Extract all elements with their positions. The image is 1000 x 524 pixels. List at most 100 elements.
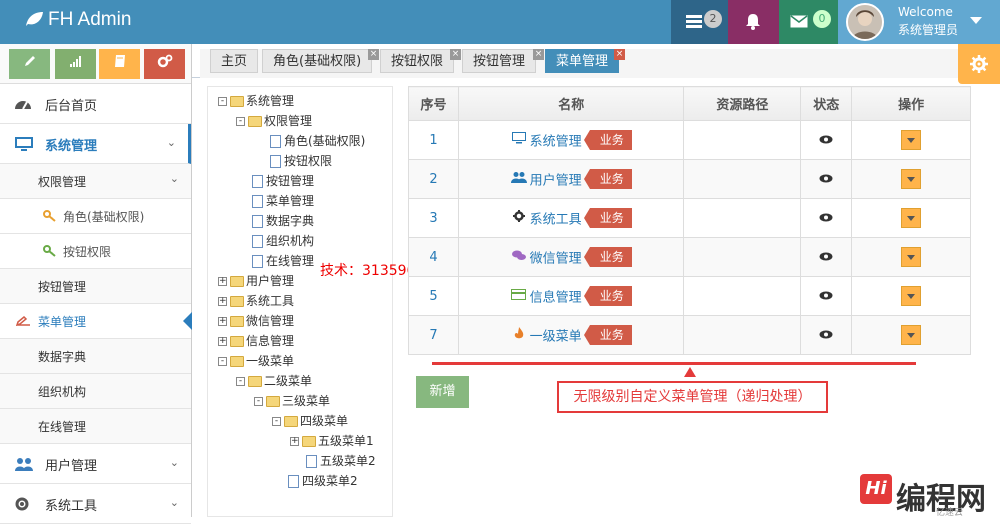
shortcut-pencil-button[interactable] bbox=[9, 49, 50, 79]
tab-label: 菜单管理 bbox=[556, 54, 609, 69]
tab-button-mgmt[interactable]: 按钮管理 bbox=[462, 49, 537, 73]
menu-name-link[interactable]: 信息管理 bbox=[530, 291, 582, 306]
eye-icon[interactable] bbox=[819, 174, 833, 183]
sidebar-item-role[interactable]: 角色(基础权限) bbox=[0, 199, 191, 234]
sidebar-item-label: 系统工具 bbox=[45, 499, 98, 514]
annotation-arrow-icon bbox=[684, 367, 696, 377]
tab-role[interactable]: 角色(基础权限) bbox=[262, 49, 373, 73]
tab-home[interactable]: 主页 bbox=[210, 49, 259, 73]
sidebar-item-button-perm[interactable]: 按钮权限 bbox=[0, 234, 191, 269]
sidebar-item-users[interactable]: 用户管理 ⌄ bbox=[0, 444, 191, 484]
add-button[interactable]: 新增 bbox=[416, 376, 469, 408]
sidebar-item-label: 系统管理 bbox=[45, 139, 98, 154]
tree-node[interactable]: 组织机构 bbox=[252, 232, 314, 250]
eye-icon[interactable] bbox=[819, 135, 833, 144]
tree-node[interactable]: + 系统工具 bbox=[218, 292, 294, 310]
tab-button-perm[interactable]: 按钮权限 bbox=[380, 49, 455, 73]
tree-node[interactable]: + 用户管理 bbox=[218, 272, 294, 290]
menu-name-link[interactable]: 系统管理 bbox=[530, 135, 582, 150]
sidebar-item-tools[interactable]: 系统工具 ⌄ bbox=[0, 484, 191, 524]
close-icon[interactable]: × bbox=[614, 49, 625, 60]
sidebar-item-org[interactable]: 组织机构 bbox=[0, 374, 191, 409]
tree-node[interactable]: - 系统管理 bbox=[218, 92, 294, 110]
tree-node[interactable]: + 微信管理 bbox=[218, 312, 294, 330]
tree-node[interactable]: 四级菜单2 bbox=[288, 472, 358, 490]
app-logo[interactable]: FH Admin bbox=[24, 9, 131, 31]
tree-node[interactable]: - 权限管理 bbox=[236, 112, 312, 130]
tree-node[interactable]: 角色(基础权限) bbox=[270, 132, 365, 150]
action-dropdown-button[interactable] bbox=[901, 169, 922, 189]
tree-node[interactable]: + 五级菜单1 bbox=[290, 432, 374, 450]
shortcut-cogs-button[interactable] bbox=[144, 49, 185, 79]
tree-node[interactable]: - 二级菜单 bbox=[236, 372, 312, 390]
action-dropdown-button[interactable] bbox=[901, 286, 922, 306]
close-icon[interactable]: × bbox=[368, 49, 379, 60]
expand-icon[interactable]: + bbox=[218, 337, 227, 346]
avatar bbox=[846, 3, 884, 41]
collapse-icon[interactable]: - bbox=[236, 377, 245, 386]
tree-node[interactable]: + 信息管理 bbox=[218, 332, 294, 350]
tree-node[interactable]: 按钮管理 bbox=[252, 172, 314, 190]
tree-node[interactable]: - 三级菜单 bbox=[254, 392, 330, 410]
user-menu[interactable]: Welcome 系统管理员 bbox=[838, 0, 1000, 44]
collapse-icon[interactable]: - bbox=[272, 417, 281, 426]
tree-node-label: 在线管理 bbox=[266, 254, 315, 268]
tree-node-label: 用户管理 bbox=[246, 274, 295, 288]
collapse-icon[interactable]: - bbox=[218, 357, 227, 366]
tree-node[interactable]: 在线管理 bbox=[252, 252, 314, 270]
action-dropdown-button[interactable] bbox=[901, 325, 922, 345]
tree-node-label: 菜单管理 bbox=[266, 194, 315, 208]
path-cell bbox=[683, 120, 802, 160]
sidebar-item-permission[interactable]: 权限管理 ⌄ bbox=[0, 164, 191, 199]
collapse-icon[interactable]: - bbox=[236, 117, 245, 126]
brand-subtext: 亿速云 bbox=[936, 508, 964, 518]
tree-node[interactable]: - 四级菜单 bbox=[272, 412, 348, 430]
sidebar-item-menu-mgmt[interactable]: 菜单管理 bbox=[0, 304, 192, 339]
tree-node[interactable]: - 一级菜单 bbox=[218, 352, 294, 370]
chevron-down-icon: ⌄ bbox=[166, 136, 176, 149]
action-dropdown-button[interactable] bbox=[901, 247, 922, 267]
tree-node[interactable]: 菜单管理 bbox=[252, 192, 314, 210]
tree-node[interactable]: 数据字典 bbox=[252, 212, 314, 230]
close-icon[interactable]: × bbox=[533, 49, 544, 60]
tree-node-label: 信息管理 bbox=[246, 334, 295, 348]
action-dropdown-button[interactable] bbox=[901, 208, 922, 228]
eye-icon[interactable] bbox=[819, 291, 833, 300]
expand-icon[interactable]: + bbox=[218, 277, 227, 286]
table-row: 3 系统工具 业务 bbox=[408, 198, 971, 238]
sidebar-item-dictionary[interactable]: 数据字典 bbox=[0, 339, 191, 374]
type-badge: 业务 bbox=[583, 247, 632, 267]
sidebar: 后台首页 系统管理 ⌄ 权限管理 ⌄ 角色(基础权限) 按钮权限 按钮管理 菜单… bbox=[0, 44, 192, 524]
sidebar-item-system[interactable]: 系统管理 ⌄ bbox=[0, 124, 191, 164]
expand-icon[interactable]: + bbox=[218, 317, 227, 326]
settings-button[interactable] bbox=[958, 44, 1000, 84]
collapse-icon[interactable]: - bbox=[218, 97, 227, 106]
eye-icon[interactable] bbox=[819, 213, 833, 222]
sidebar-item-online[interactable]: 在线管理 bbox=[0, 409, 191, 444]
book-icon bbox=[114, 55, 125, 67]
messages-button[interactable]: 0 bbox=[779, 0, 838, 44]
shortcut-book-button[interactable] bbox=[99, 49, 140, 79]
sidebar-item-home[interactable]: 后台首页 bbox=[0, 84, 191, 124]
expand-icon[interactable]: + bbox=[218, 297, 227, 306]
close-icon[interactable]: × bbox=[450, 49, 461, 60]
eye-icon[interactable] bbox=[819, 252, 833, 261]
menu-name-link[interactable]: 系统工具 bbox=[530, 213, 582, 228]
menu-name-link[interactable]: 微信管理 bbox=[530, 252, 582, 267]
menu-name-link[interactable]: 一级菜单 bbox=[530, 330, 582, 345]
tree-node[interactable]: 五级菜单2 bbox=[306, 452, 376, 470]
action-dropdown-button[interactable] bbox=[901, 130, 922, 150]
tab-menu-mgmt[interactable]: 菜单管理 bbox=[545, 49, 620, 73]
expand-icon[interactable]: + bbox=[290, 437, 299, 446]
menu-name-link[interactable]: 用户管理 bbox=[530, 174, 582, 189]
collapse-icon[interactable]: - bbox=[254, 397, 263, 406]
shortcut-signal-button[interactable] bbox=[55, 49, 96, 79]
tasks-button[interactable]: 2 bbox=[671, 0, 728, 44]
notifications-button[interactable] bbox=[728, 0, 779, 44]
eye-icon[interactable] bbox=[819, 330, 833, 339]
users-icon bbox=[510, 171, 527, 187]
sidebar-item-label: 角色(基础权限) bbox=[63, 210, 145, 224]
sidebar-item-label: 在线管理 bbox=[38, 420, 87, 434]
tree-node[interactable]: 按钮权限 bbox=[270, 152, 332, 170]
sidebar-item-button-mgmt[interactable]: 按钮管理 bbox=[0, 269, 191, 304]
